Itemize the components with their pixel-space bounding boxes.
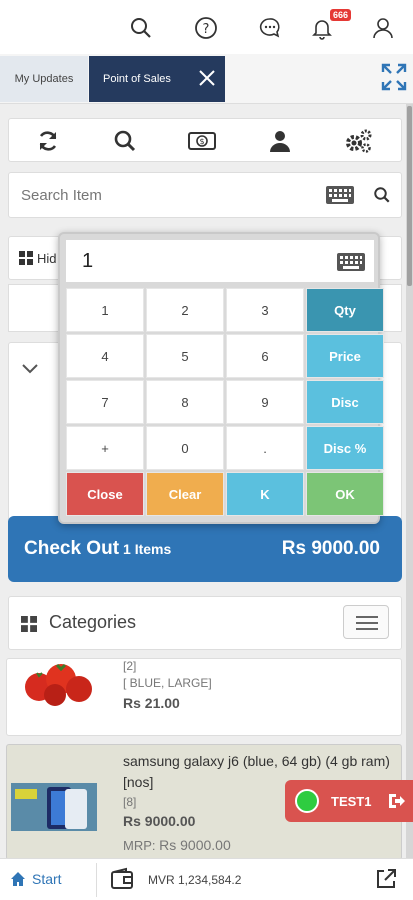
search-icon[interactable] — [108, 127, 142, 155]
product-card[interactable]: [2] [ BLUE, LARGE] Rs 21.00 — [6, 658, 402, 736]
svg-text:?: ? — [203, 22, 210, 37]
chat-icon[interactable] — [257, 15, 283, 41]
product-image — [11, 783, 97, 831]
scrollbar-thumb[interactable] — [407, 106, 412, 286]
test1-widget[interactable]: TEST1 — [285, 780, 413, 822]
search-item-input[interactable]: Search Item — [21, 187, 102, 204]
product-price: Rs 9000.00 — [123, 813, 196, 829]
hidden-label: Hid — [37, 251, 57, 266]
key-disc-percent[interactable]: Disc % — [306, 426, 384, 470]
key-clear[interactable]: Clear — [146, 472, 224, 516]
key-8[interactable]: 8 — [146, 380, 224, 424]
close-icon[interactable] — [197, 68, 217, 88]
key-dot[interactable]: . — [226, 426, 304, 470]
top-bar: ? 666 — [0, 0, 413, 54]
key-2[interactable]: 2 — [146, 288, 224, 332]
menu-icon — [356, 616, 378, 618]
divider — [96, 863, 97, 897]
key-3[interactable]: 3 — [226, 288, 304, 332]
tab-point-of-sales[interactable]: Point of Sales — [89, 56, 225, 102]
fullscreen-icon[interactable] — [380, 62, 408, 92]
tab-label: My Updates — [14, 73, 74, 85]
svg-text:$: $ — [199, 137, 204, 146]
checkout-amount: Rs 9000.00 — [281, 538, 380, 559]
grid-icon — [21, 616, 37, 632]
key-7[interactable]: 7 — [66, 380, 144, 424]
checkout-item-count: 1 Items — [123, 541, 172, 557]
categories-bar: Categories — [8, 596, 402, 650]
keyboard-icon[interactable] — [325, 185, 355, 205]
tab-bar: My Updates Point of Sales — [0, 54, 413, 104]
key-9[interactable]: 9 — [226, 380, 304, 424]
key-close[interactable]: Close — [66, 472, 144, 516]
home-icon — [11, 872, 25, 886]
bottom-bar: Start MVR 1,234,584.2 — [0, 858, 413, 900]
tab-my-updates[interactable]: My Updates — [0, 56, 88, 102]
wallet-icon[interactable] — [110, 867, 134, 891]
product-code: [2] — [123, 659, 137, 673]
product-price: Rs 21.00 — [123, 695, 180, 711]
key-ok[interactable]: OK — [306, 472, 384, 516]
product-code: [8] — [123, 795, 137, 809]
refresh-icon[interactable] — [31, 127, 65, 155]
balance-display: MVR 1,234,584.2 — [148, 873, 242, 887]
key-6[interactable]: 6 — [226, 334, 304, 378]
key-0[interactable]: 0 — [146, 426, 224, 470]
user-icon[interactable] — [370, 15, 396, 41]
notification-badge: 666 — [330, 9, 352, 21]
start-button[interactable]: Start — [10, 871, 62, 887]
key-4[interactable]: 4 — [66, 334, 144, 378]
categories-label: Categories — [49, 612, 137, 632]
key-disc[interactable]: Disc — [306, 380, 384, 424]
key-plus[interactable]: + — [66, 426, 144, 470]
cash-icon[interactable]: $ — [185, 127, 219, 155]
start-label: Start — [32, 871, 62, 887]
scrollbar[interactable] — [406, 104, 413, 858]
numpad-popup: 1 1 2 3 Qty 4 5 6 Price 7 8 9 Disc + 0 .… — [58, 232, 384, 524]
search-icon[interactable] — [373, 186, 391, 204]
mrp-label: MRP: — [123, 838, 156, 853]
key-backspace[interactable]: K — [226, 472, 304, 516]
tab-label: Point of Sales — [103, 73, 171, 85]
numpad-value: 1 — [82, 250, 94, 272]
key-qty[interactable]: Qty — [306, 288, 384, 332]
logout-icon[interactable] — [387, 792, 405, 810]
external-link-icon[interactable] — [374, 867, 398, 891]
keyboard-icon[interactable] — [336, 252, 366, 272]
product-variant: [ BLUE, LARGE] — [123, 676, 212, 690]
help-icon[interactable]: ? — [193, 15, 219, 41]
key-price[interactable]: Price — [306, 334, 384, 378]
search-icon[interactable] — [128, 15, 154, 41]
customer-icon[interactable] — [263, 127, 297, 155]
settings-icon[interactable] — [341, 127, 375, 155]
pos-toolbar: $ — [8, 118, 402, 162]
key-1[interactable]: 1 — [66, 288, 144, 332]
product-image — [25, 663, 92, 706]
checkout-button[interactable]: Check Out 1 Items Rs 9000.00 — [8, 516, 402, 582]
mrp-value: Rs 9000.00 — [159, 837, 231, 853]
search-item-bar: Search Item — [8, 172, 402, 218]
checkout-label: Check Out — [24, 538, 120, 559]
categories-menu-button[interactable] — [343, 605, 389, 639]
status-dot — [295, 789, 319, 813]
test1-label: TEST1 — [331, 794, 372, 809]
chevron-down-icon[interactable] — [21, 363, 39, 375]
numpad-display[interactable]: 1 — [66, 240, 374, 282]
grid-icon — [19, 251, 33, 265]
key-5[interactable]: 5 — [146, 334, 224, 378]
